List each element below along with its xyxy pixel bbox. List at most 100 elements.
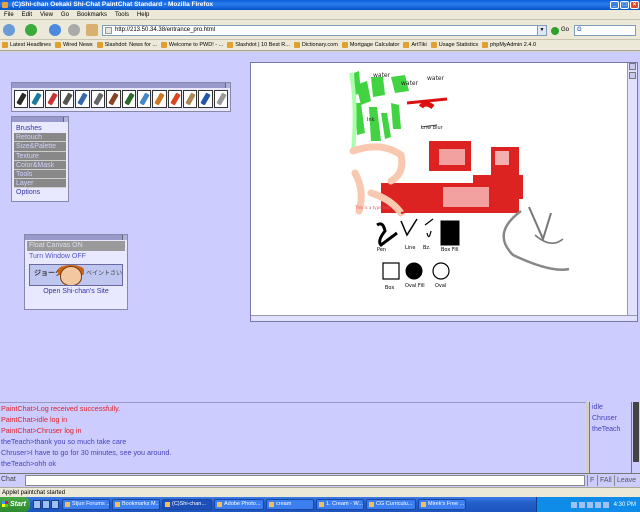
task-button-active[interactable]: (C)Shi-chan... [162,499,212,510]
page-icon [341,42,348,48]
canvas-horizontal-scrollbar[interactable] [251,315,637,321]
quicklaunch-icon[interactable] [33,500,41,509]
chat-input[interactable] [25,475,585,486]
window-titlebar[interactable]: (C)Shi-chan Oekaki Shi-Chat PaintChat St… [0,0,640,10]
user-item[interactable]: idle [590,402,631,413]
quicklaunch-icon[interactable] [42,500,50,509]
menu-help[interactable]: Help [137,10,149,19]
menu-view[interactable]: View [40,10,53,19]
brush-pencil[interactable] [14,90,29,108]
bookmark-item[interactable]: Slashdot: News for ... [96,40,157,50]
bookmark-item[interactable]: Welcome to PWD! - ... [160,40,223,50]
shi-chan-banner[interactable]: ジョーク ベイントさい [29,264,123,286]
f-button[interactable]: F [587,475,596,486]
menu-retouch[interactable]: Retouch [14,133,66,143]
go-button[interactable]: Go [551,25,569,36]
scroll-thumb[interactable] [633,402,639,462]
brush-watercolor[interactable] [75,90,90,108]
user-item[interactable]: theTeach [590,424,631,435]
forward-button[interactable] [25,24,37,36]
task-button[interactable]: 1. Cream - W... [316,499,364,510]
back-button[interactable] [3,24,15,36]
tray-icon[interactable] [586,501,593,508]
task-button[interactable]: Stjun Forums ... [62,499,110,510]
brush-pen[interactable] [29,90,44,108]
brush-mosaic[interactable] [167,90,182,108]
page-icon [54,42,61,48]
minimize-button[interactable]: _ [610,1,619,9]
brush-smudge[interactable] [121,90,136,108]
menu-tools[interactable]: Tools [115,10,129,19]
tray-icon[interactable] [594,501,601,508]
chat-line: PaintChat>Log received successfully. [1,404,121,413]
tray-icon[interactable] [570,501,577,508]
menu-go[interactable]: Go [61,10,69,19]
leave-button[interactable]: Leave [614,475,638,486]
tool-menu-titlebar[interactable] [12,117,68,122]
canvas-vertical-scrollbar[interactable] [627,63,637,321]
brush-eyedropper[interactable] [213,90,229,108]
tool-menu-window: Brushes Retouch Size&Palette Texture Col… [11,116,69,202]
drawing-canvas-window[interactable]: water water water Ink Lnw Blur This is a… [250,62,638,322]
open-site-link[interactable]: Open Shi-chan's Site [25,288,127,295]
stop-button[interactable] [68,24,80,36]
brush-eraser[interactable] [182,90,198,108]
brush-dodge[interactable] [136,90,152,108]
bookmark-item[interactable]: Wired News [54,40,93,50]
brush-airbrush[interactable] [90,90,106,108]
close-icon[interactable] [63,117,68,122]
chat-log[interactable]: PaintChat>Log received successfully. Pai… [0,402,586,473]
fall-button[interactable]: FAll [597,475,614,486]
menu-texture[interactable]: Texture [14,151,66,161]
task-button[interactable]: Adobe Photo... [214,499,264,510]
quicklaunch-icon[interactable] [51,500,59,509]
scroll-thumb[interactable] [629,72,636,79]
task-button[interactable]: Bookmarks M... [112,499,160,510]
menu-options[interactable]: Options [14,188,66,197]
tray-icon[interactable] [578,501,585,508]
drawing-canvas[interactable]: water water water Ink Lnw Blur This is a… [251,63,627,315]
close-icon[interactable] [122,235,127,240]
reload-button[interactable] [49,24,61,36]
task-button[interactable]: CG Curriculu... [366,499,416,510]
bookmark-item[interactable]: Slashdot | 10 Best R... [227,40,290,50]
bookmark-item[interactable]: Usage Statistics [430,40,478,50]
url-dropdown-button[interactable]: ▼ [537,25,547,36]
menu-layer[interactable]: Layer [14,179,66,189]
brush-blur[interactable] [106,90,121,108]
home-button[interactable] [86,24,98,36]
search-input[interactable]: G [574,25,636,36]
bookmark-item[interactable]: ArtTiki [403,40,427,50]
menu-file[interactable]: File [4,10,14,19]
close-button[interactable]: × [630,1,639,9]
maximize-button[interactable]: □ [620,1,629,9]
bookmark-item[interactable]: phpMyAdmin 2.4.0 [482,40,536,50]
start-button[interactable]: Start [0,497,30,512]
bookmark-item[interactable]: Mortgage Calculator [341,40,399,50]
user-list[interactable]: idle Chruser theTeach [589,402,631,473]
menu-color-mask[interactable]: Color&Mask [14,160,66,170]
brush-marker[interactable] [44,90,60,108]
brush-ink[interactable] [60,90,75,108]
brushes-window-titlebar[interactable] [12,83,230,88]
volume-icon[interactable] [602,501,609,508]
turn-window-toggle[interactable]: Turn Window OFF [27,252,125,262]
bookmark-item[interactable]: Latest Headlines [2,40,51,50]
options-window-titlebar[interactable] [25,235,127,240]
user-item[interactable]: Chruser [590,413,631,424]
task-button[interactable]: Mirek's Free ... [418,499,466,510]
bookmark-item[interactable]: Dictionary.com [293,40,338,50]
brush-burn[interactable] [152,90,167,108]
menu-bookmarks[interactable]: Bookmarks [77,10,107,19]
menu-brushes[interactable]: Brushes [14,124,66,133]
close-icon[interactable] [225,83,230,88]
menu-edit[interactable]: Edit [22,10,32,19]
scroll-up-icon[interactable] [629,63,636,70]
task-button[interactable]: cream [266,499,314,510]
menu-size-palette[interactable]: Size&Palette [14,142,66,152]
float-canvas-toggle[interactable]: Float Canvas ON [27,241,125,251]
menu-tools[interactable]: Tools [14,169,66,180]
user-list-scrollbar[interactable] [631,402,640,473]
brush-fill[interactable] [198,90,213,108]
url-field[interactable]: http://213.50.34.38/entrance_pro.html [102,25,547,36]
